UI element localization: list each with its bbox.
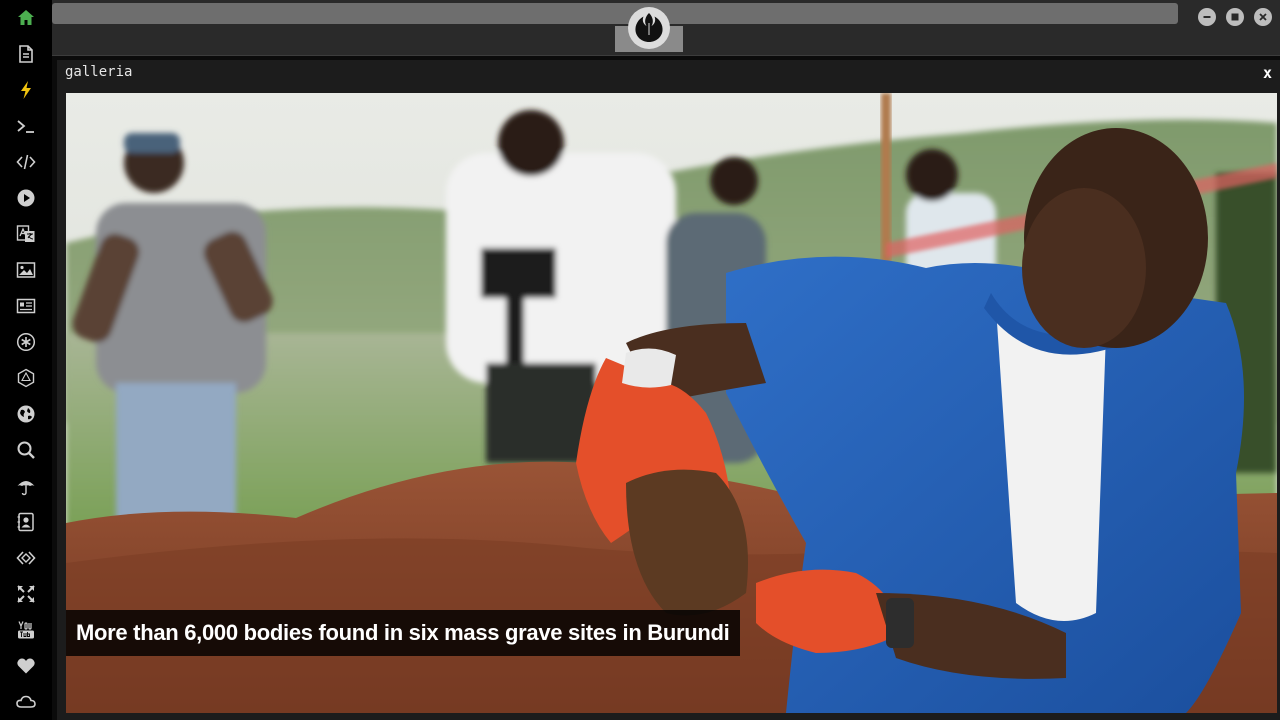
newspaper-icon [16,298,36,314]
sidebar-item-youtube[interactable] [12,616,40,644]
asterisk-icon [16,332,36,352]
sidebar-item-home[interactable] [12,4,40,32]
translate-icon [16,225,35,242]
close-icon [1259,13,1267,21]
document-icon [19,45,33,63]
sidebar-item-contacts[interactable] [12,508,40,536]
sidebar-item-play[interactable] [12,184,40,212]
image-icon [16,262,36,278]
sidebar-item-flash[interactable] [12,76,40,104]
maximize-icon [1231,13,1239,21]
youtube-icon [18,621,34,639]
heart-icon [17,658,35,674]
maximize-button[interactable] [1226,8,1244,26]
expand-icon [17,585,35,603]
sidebar-item-search[interactable] [12,436,40,464]
dev-code-icon [16,551,36,565]
search-icon [17,441,35,459]
contact-card-icon [17,512,34,532]
cloud-icon [16,695,36,708]
minimize-button[interactable] [1198,8,1216,26]
home-icon [18,10,34,25]
address-bar[interactable] [52,3,1178,24]
hexagon-icon [17,368,35,388]
sidebar-item-fullscreen[interactable] [12,580,40,608]
panel-title: galleria [65,64,133,80]
sidebar-item-news[interactable] [12,292,40,320]
play-icon [17,189,35,207]
sidebar-item-dev[interactable] [12,544,40,572]
close-button[interactable] [1254,8,1272,26]
sidebar-item-favorites[interactable] [12,652,40,680]
sidebar-item-cloud[interactable] [12,688,40,716]
code-icon [16,154,36,170]
sidebar-item-asterisk[interactable] [12,328,40,356]
sidebar-item-umbrella[interactable] [12,472,40,500]
umbrella-icon [17,481,35,496]
gallery-caption: More than 6,000 bodies found in six mass… [66,610,740,656]
lightning-icon [21,81,31,99]
sidebar-item-code[interactable] [12,148,40,176]
panel-close-button[interactable]: x [1263,64,1272,82]
sidebar [0,0,52,720]
sidebar-item-image[interactable] [12,256,40,284]
rebel-alliance-emblem-icon[interactable] [628,7,670,49]
sidebar-item-document[interactable] [12,40,40,68]
sidebar-item-hexagon[interactable] [12,364,40,392]
sidebar-item-globe[interactable] [12,400,40,428]
sidebar-item-translate[interactable] [12,220,40,248]
sidebar-item-terminal[interactable] [12,112,40,140]
globe-icon [17,405,35,423]
terminal-icon [17,120,34,133]
minimize-icon [1203,16,1211,18]
caption-text: More than 6,000 bodies found in six mass… [76,620,730,645]
